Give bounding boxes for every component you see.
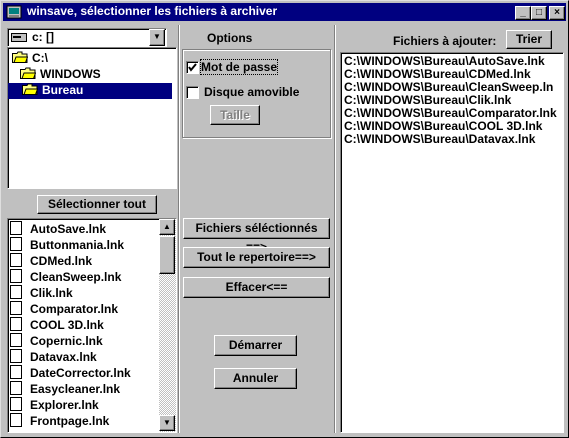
file-name: CleanSweep.lnk [30,270,122,284]
file-icon [10,317,22,331]
file-icon [10,269,22,283]
maximize-button[interactable]: □ [531,6,547,20]
scroll-down-button[interactable]: ▼ [159,415,175,431]
file-icon [10,397,22,411]
minimize-icon: _ [520,7,526,18]
file-icon [10,333,22,347]
removable-label: Disque amovible [204,85,300,99]
drive-value: c: [] [32,30,54,44]
title-bar[interactable]: winsave, sélectionner les fichiers à arc… [3,3,566,21]
add-directory-button[interactable]: Tout le repertoire==> [183,247,330,268]
file-name: DateCorrector.lnk [30,366,131,380]
drive-icon [11,33,27,42]
file-name: Copernic.lnk [30,334,103,348]
folder-tree[interactable]: C:\ WINDOWS Bureau [7,47,177,189]
file-list-scrollbar[interactable]: ▲ ▼ [159,219,176,432]
list-item[interactable]: Buttonmania.lnk [10,237,124,253]
file-icon [10,365,22,379]
file-name: CDMed.lnk [30,254,93,268]
app-window: winsave, sélectionner les fichiers à arc… [0,0,569,438]
list-item[interactable]: DateCorrector.lnk [10,365,131,381]
scroll-thumb[interactable] [159,236,175,274]
list-item[interactable]: Copernic.lnk [10,333,103,349]
tree-item-label: C:\ [32,51,48,65]
list-item[interactable]: Easycleaner.lnk [10,381,120,397]
arrow-up-icon: ▲ [163,222,171,231]
size-button[interactable]: Taille [210,105,260,125]
chevron-down-icon: ▼ [153,32,161,41]
list-item[interactable]: COOL 3D.lnk [10,317,104,333]
arrow-down-icon: ▼ [163,418,171,427]
file-name: Frontpage.lnk [30,414,110,428]
file-name: Explorer.lnk [30,398,99,412]
folder-open-icon [20,67,36,79]
list-item[interactable]: Explorer.lnk [10,397,99,413]
file-icon [10,301,22,315]
start-button[interactable]: Démarrer [214,335,297,356]
checkmark-icon [188,63,197,72]
files-to-add-list[interactable]: C:\WINDOWS\Bureau\AutoSave.lnk C:\WINDOWS… [340,52,564,433]
scroll-up-button[interactable]: ▲ [159,219,175,235]
folder-open-icon [12,51,28,63]
files-to-add-header: Fichiers à ajouter: [393,34,497,48]
folder-open-icon [22,83,38,95]
list-item[interactable]: CleanSweep.lnk [10,269,121,285]
file-name: AutoSave.lnk [30,222,107,236]
sort-button[interactable]: Trier [506,30,552,49]
cancel-button[interactable]: Annuler [214,368,297,389]
file-name: Buttonmania.lnk [30,238,125,252]
clear-button[interactable]: Effacer<== [183,277,330,298]
file-name: Comparator.lnk [30,302,119,316]
file-name: COOL 3D.lnk [30,318,104,332]
file-icon [10,381,22,395]
select-all-button[interactable]: Sélectionner tout [37,195,157,214]
password-checkbox[interactable] [186,61,199,74]
drive-dropdown-button[interactable]: ▼ [149,29,165,46]
options-title: Options [207,31,253,45]
tree-item-label: Bureau [42,83,84,97]
removable-checkbox[interactable] [186,86,199,99]
list-item[interactable]: CDMed.lnk [10,253,92,269]
password-label: Mot de passe [199,59,279,75]
close-icon: × [554,7,560,18]
tree-item-bureau[interactable]: Bureau [8,83,172,99]
drive-select[interactable]: c: [] ▼ [7,28,167,47]
tree-item-label: WINDOWS [40,67,101,81]
left-divider [178,25,179,433]
file-name: Easycleaner.lnk [30,382,121,396]
file-icon [10,253,22,267]
add-selected-button[interactable]: Fichiers séléctionnés ==> [183,218,330,254]
tree-item-root[interactable]: C:\ [12,51,48,67]
file-icon [10,221,22,235]
list-item[interactable]: C:\WINDOWS\Bureau\Datavax.lnk [344,133,535,146]
file-name: Clik.lnk [30,286,73,300]
tree-item-windows[interactable]: WINDOWS [20,67,101,83]
file-name: Datavax.lnk [30,350,97,364]
list-item[interactable]: Frontpage.lnk [10,413,109,429]
window-title: winsave, sélectionner les fichiers à arc… [27,4,278,18]
list-item[interactable]: Datavax.lnk [10,349,97,365]
file-list[interactable]: AutoSave.lnk Buttonmania.lnk CDMed.lnk Clea… [7,218,177,433]
maximize-icon: □ [535,7,543,18]
file-icon [10,413,22,427]
list-item[interactable]: Clik.lnk [10,285,73,301]
file-icon [10,285,22,299]
list-item[interactable]: Comparator.lnk [10,301,118,317]
app-icon [6,5,22,19]
minimize-button[interactable]: _ [515,6,531,20]
list-item[interactable]: AutoSave.lnk [10,221,106,237]
close-button[interactable]: × [549,6,565,20]
right-divider [334,25,335,433]
file-icon [10,237,22,251]
file-icon [10,349,22,363]
